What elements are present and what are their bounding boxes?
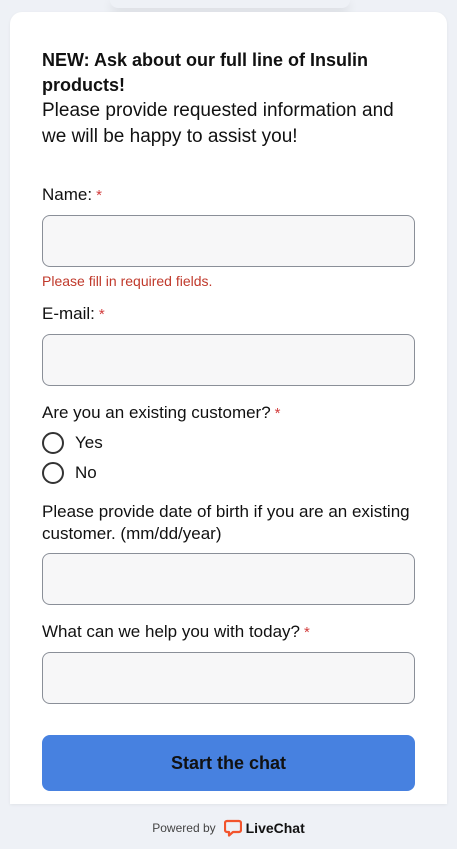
- name-required-mark: *: [96, 187, 102, 204]
- help-label-text: What can we help you with today?: [42, 622, 300, 641]
- name-label: Name: *: [42, 184, 415, 207]
- dob-label: Please provide date of birth if you are …: [42, 502, 410, 543]
- name-label-text: Name:: [42, 185, 93, 204]
- help-label: What can we help you with today? *: [42, 621, 415, 644]
- powered-by-text: Powered by: [152, 820, 216, 835]
- livechat-logo-icon: [223, 819, 242, 837]
- help-required-mark: *: [303, 624, 310, 641]
- livechat-brand-text: LiveChat: [245, 819, 305, 836]
- existing-customer-required-mark: *: [274, 405, 281, 422]
- name-error-message: Please fill in required fields.: [42, 273, 213, 289]
- existing-customer-label-text: Are you an existing customer?: [42, 403, 271, 422]
- radio-option-no[interactable]: No: [42, 458, 415, 488]
- radio-option-yes[interactable]: Yes: [42, 428, 415, 458]
- radio-no-label: No: [75, 463, 97, 482]
- livechat-brand-link[interactable]: LiveChat: [223, 819, 305, 837]
- intro-headline: NEW: Ask about our full line of Insulin …: [42, 50, 368, 95]
- email-required-mark: *: [98, 306, 105, 323]
- top-shadow: [110, 0, 350, 8]
- email-input[interactable]: [42, 334, 415, 386]
- name-input[interactable]: [42, 215, 415, 267]
- radio-no-circle[interactable]: [42, 462, 64, 484]
- help-input[interactable]: [42, 652, 415, 704]
- prechat-form-card: NEW: Ask about our full line of Insulin …: [10, 12, 447, 804]
- email-label: E-mail: *: [42, 303, 415, 326]
- intro-message: Please provide requested information and…: [42, 100, 394, 147]
- start-chat-button[interactable]: Start the chat: [42, 735, 415, 791]
- existing-customer-label: Are you an existing customer? *: [42, 402, 415, 425]
- dob-input[interactable]: [42, 553, 415, 605]
- email-label-text: E-mail:: [42, 304, 95, 323]
- form-content: NEW: Ask about our full line of Insulin …: [42, 48, 415, 704]
- radio-yes-circle[interactable]: [42, 432, 64, 454]
- powered-by-footer: Powered by LiveChat: [0, 806, 457, 849]
- radio-yes-label: Yes: [75, 433, 103, 452]
